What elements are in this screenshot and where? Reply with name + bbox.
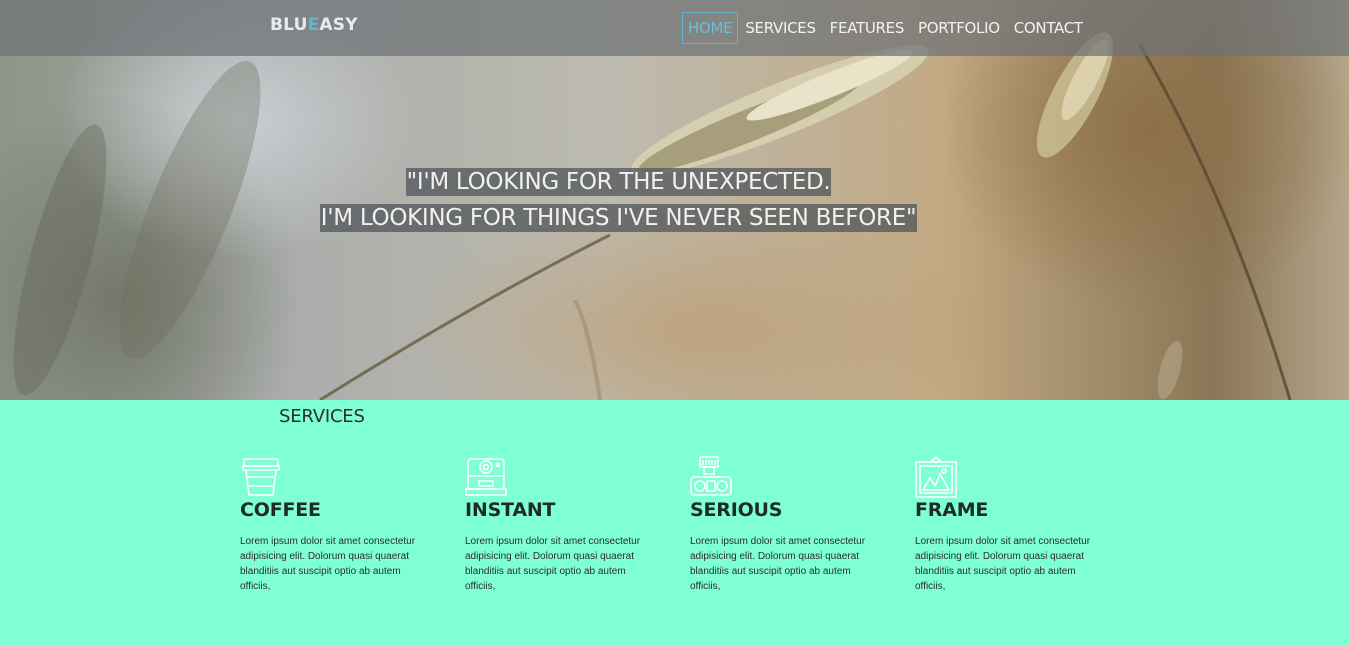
hero-quote-line-1: "I'M LOOKING FOR THE UNEXPECTED. xyxy=(405,168,832,196)
service-card-title: COFFEE xyxy=(240,499,321,521)
service-card-title: INSTANT xyxy=(465,499,556,521)
coffee-cup-icon xyxy=(242,458,280,496)
service-card-frame: FRAME Lorem ipsum dolor sit amet consect… xyxy=(915,456,1100,594)
service-card-serious: SERIOUS Lorem ipsum dolor sit amet conse… xyxy=(690,456,875,594)
service-card-title: FRAME xyxy=(915,499,989,521)
instant-camera-icon xyxy=(465,458,507,496)
nav-item-services[interactable]: SERVICES xyxy=(738,12,822,44)
service-card-title: SERIOUS xyxy=(690,499,783,521)
service-card-text: Lorem ipsum dolor sit amet consectetur a… xyxy=(465,536,641,592)
hero-banner: "I'M LOOKING FOR THE UNEXPECTED. I'M LOO… xyxy=(0,0,1349,400)
nav-menu: HOME SERVICES FEATURES PORTFOLIO CONTACT xyxy=(682,12,1090,44)
nav-item-portfolio[interactable]: PORTFOLIO xyxy=(911,12,1007,44)
brand-logo[interactable]: BLUEASY xyxy=(270,15,358,35)
service-card-text: Lorem ipsum dolor sit amet consectetur a… xyxy=(690,536,866,592)
top-navbar: BLUEASY HOME SERVICES FEATURES PORTFOLIO… xyxy=(0,0,1349,56)
picture-frame-icon xyxy=(915,456,957,498)
services-title: SERVICES xyxy=(279,406,365,427)
hero-quote: "I'M LOOKING FOR THE UNEXPECTED. I'M LOO… xyxy=(0,164,1237,236)
nav-item-home[interactable]: HOME xyxy=(682,12,739,44)
brand-logo-accent: E xyxy=(307,15,320,35)
services-section: SERVICES COFFEE Lorem ipsum dolor sit am… xyxy=(0,400,1349,645)
nav-item-contact[interactable]: CONTACT xyxy=(1007,12,1090,44)
service-card-instant: INSTANT Lorem ipsum dolor sit amet conse… xyxy=(465,456,650,594)
hero-quote-line-2: I'M LOOKING FOR THINGS I'VE NEVER SEEN B… xyxy=(319,204,918,232)
camera-rig-icon xyxy=(690,456,732,496)
brand-logo-part-2: ASY xyxy=(319,15,358,35)
service-card-coffee: COFFEE Lorem ipsum dolor sit amet consec… xyxy=(240,456,425,594)
service-card-text: Lorem ipsum dolor sit amet consectetur a… xyxy=(240,536,416,592)
service-card-text: Lorem ipsum dolor sit amet consectetur a… xyxy=(915,536,1091,592)
nav-item-features[interactable]: FEATURES xyxy=(823,12,911,44)
brand-logo-part-1: BLU xyxy=(270,15,308,35)
